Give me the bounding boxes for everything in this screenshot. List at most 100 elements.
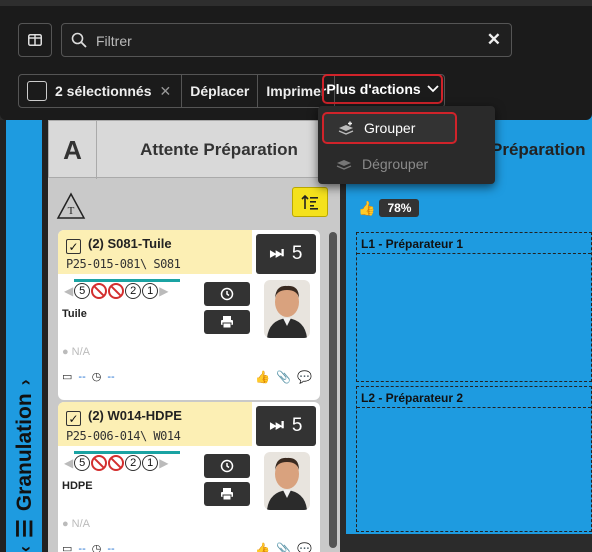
columns-icon [28, 34, 42, 46]
list-icon: ☰ [13, 519, 37, 538]
avatar [264, 452, 310, 510]
step-count: 2 [125, 455, 142, 471]
print-button[interactable] [204, 310, 250, 334]
chevron-left-icon[interactable]: ◀ [64, 284, 73, 298]
selected-count: 2 sélectionnés [55, 83, 152, 99]
column-title: Préparation [491, 140, 586, 159]
sort-button[interactable] [292, 187, 328, 217]
step-count: 5 [74, 283, 91, 299]
chevron-right-icon[interactable]: ▶ [159, 284, 168, 298]
lane-title: L2 - Préparateur 2 [361, 391, 464, 405]
print-button[interactable] [204, 482, 250, 506]
lane-divider [357, 253, 591, 254]
thumbs-up-icon[interactable]: 👍 [255, 370, 270, 384]
menu-item-degrouper[interactable]: Dégrouper [322, 148, 457, 180]
progress-line [74, 451, 180, 454]
location: ● N/A [62, 346, 90, 358]
clock-icon: ◷ [91, 371, 102, 383]
job-card[interactable]: ✓ (2) S081-Tuile P25-015-081\ S081 ⏭ 5 ◀… [58, 230, 320, 400]
toolbar: ✕ 2 sélectionnés ✕ Déplacer Imprimer Plu… [0, 0, 592, 120]
search-box[interactable]: ✕ [61, 23, 512, 57]
chevron-left-icon[interactable]: ‹ [15, 546, 36, 552]
lane-preparateur-1[interactable]: L1 - Préparateur 1 [356, 232, 592, 382]
card-checkbox[interactable]: ✓ [66, 411, 81, 426]
toolbar-edge [0, 0, 592, 6]
thumbs-up-icon[interactable]: 👍 [255, 542, 270, 552]
search-input[interactable] [96, 30, 476, 52]
date-value: -- [78, 542, 86, 552]
start-button[interactable]: ⏭ 5 [256, 234, 316, 274]
job-card[interactable]: ✓ (2) W014-HDPE P25-006-014\ W014 ⏭ 5 ◀ … [58, 402, 320, 552]
more-actions-label: Plus d'actions [326, 81, 421, 97]
sort-ascending-icon [301, 194, 318, 210]
blocked-icon [108, 283, 125, 299]
search-icon [71, 32, 87, 48]
clock-button[interactable] [204, 282, 250, 306]
printer-icon [221, 488, 233, 501]
step-indicator: ◀ 5 2 1 ▶ [64, 451, 180, 471]
menu-item-label: Grouper [364, 120, 416, 136]
clock-button[interactable] [204, 454, 250, 478]
paperclip-icon[interactable]: 📎 [276, 542, 291, 552]
printer-icon [221, 316, 233, 329]
lane-preparateur-2[interactable]: L2 - Préparateur 2 [356, 386, 592, 532]
blocked-icon [91, 455, 108, 471]
time-value: -- [107, 370, 115, 383]
chevron-left-icon[interactable]: ◀ [64, 456, 73, 470]
step-count: 5 [74, 455, 91, 471]
blocked-icon [108, 455, 125, 471]
clock-icon [220, 287, 234, 301]
card-count: 5 [291, 243, 303, 264]
sidebar-group-label[interactable]: ‹ ☰ Granulation › [10, 232, 40, 552]
column-letter: A [49, 121, 97, 179]
skip-forward-icon: ⏭ [269, 417, 284, 434]
sidebar-strip[interactable]: ‹ ☰ Granulation › [6, 120, 42, 552]
lane-divider [357, 407, 591, 408]
menu-item-grouper[interactable]: Grouper [322, 112, 457, 144]
step-count: 1 [142, 283, 159, 299]
layers-add-icon [338, 121, 354, 135]
calendar-icon: ▭ [62, 543, 73, 552]
user-photo [264, 452, 310, 510]
step-count: 2 [125, 283, 142, 299]
chevron-right-icon[interactable]: ▶ [159, 456, 168, 470]
menu-item-label: Dégrouper [362, 156, 429, 172]
clear-icon[interactable]: ✕ [487, 30, 501, 50]
card-count: 5 [291, 415, 303, 436]
select-all-checkbox[interactable] [27, 81, 47, 101]
scrollbar[interactable] [328, 230, 338, 552]
avatar [264, 280, 310, 338]
percent-indicator: 👍 78% [358, 199, 420, 217]
layout-toggle-button[interactable] [18, 23, 52, 57]
warning-triangle-icon[interactable]: T [56, 192, 86, 220]
dates: ▭ -- ◷ -- [62, 542, 115, 552]
scrollbar-thumb[interactable] [329, 232, 337, 548]
move-button[interactable]: Déplacer [182, 75, 259, 107]
more-actions-button[interactable]: Plus d'actions [322, 74, 443, 104]
location-value: N/A [71, 518, 90, 530]
paperclip-icon[interactable]: 📎 [276, 370, 291, 384]
progress-line [74, 279, 180, 282]
calendar-icon: ▭ [62, 371, 73, 383]
user-photo [264, 280, 310, 338]
card-checkbox[interactable]: ✓ [66, 239, 81, 254]
chevron-right-icon[interactable]: › [15, 379, 36, 385]
material-label: Tuile [62, 308, 87, 320]
comment-icon[interactable]: 💬 [297, 542, 312, 552]
card-status-icons: 👍 📎 💬 [255, 370, 312, 384]
card-header: ✓ (2) W014-HDPE P25-006-014\ W014 [58, 402, 252, 446]
comment-icon[interactable]: 💬 [297, 370, 312, 384]
left-sidebar: ‹ ☰ Granulation › [0, 120, 48, 552]
card-subtitle: P25-015-081\ S081 [66, 257, 181, 271]
clock-icon: ◷ [91, 543, 102, 552]
card-title: (2) S081-Tuile [88, 236, 172, 251]
thumbs-up-icon: 👍 [358, 199, 376, 216]
clock-icon [220, 459, 234, 473]
map-pin-icon: ● [62, 518, 69, 530]
column-header: A Attente Préparation [48, 120, 340, 179]
clear-selection-icon[interactable]: ✕ [160, 83, 172, 100]
start-button[interactable]: ⏭ 5 [256, 406, 316, 446]
step-count: 1 [142, 455, 159, 471]
blocked-icon [91, 283, 108, 299]
column-attente-preparation: A Attente Préparation T ✓ (2) S081-Tuile… [48, 120, 340, 552]
